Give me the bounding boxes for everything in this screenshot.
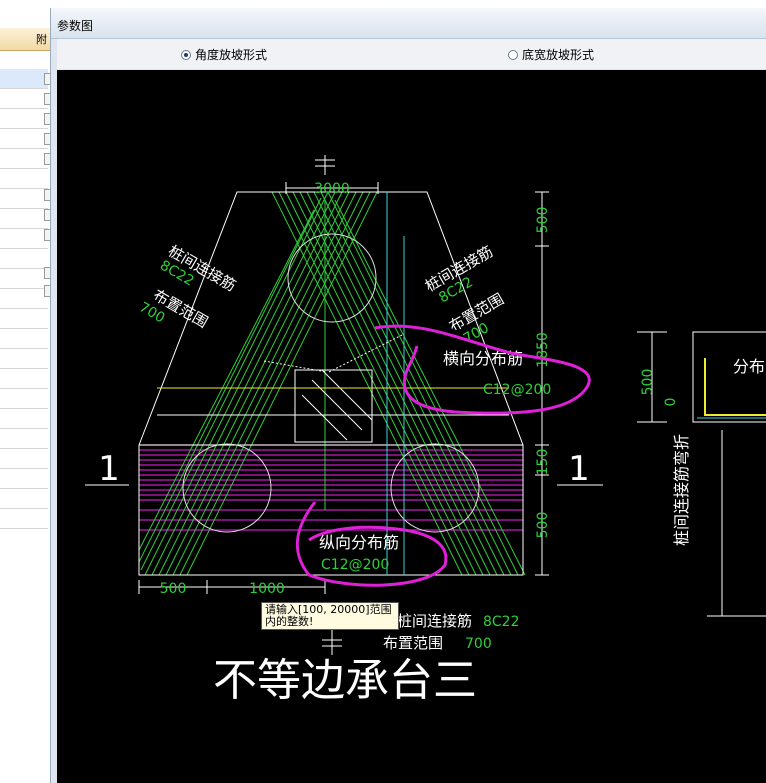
table-row[interactable] — [0, 309, 48, 329]
bottom-width-slope-option[interactable]: 底宽放坡形式 — [508, 46, 594, 63]
pile-cap-outline — [138, 191, 524, 576]
horiz-dist-value: C12@200 — [483, 382, 551, 398]
table-row[interactable] — [0, 89, 48, 109]
section-mark-right: 1 — [568, 449, 590, 489]
bottom-width-slope-label: 底宽放坡形式 — [522, 48, 595, 62]
bottom-layout-value: 700 — [465, 636, 492, 652]
parameter-diagram-dialog: 参数图 角度放坡形式 底宽放坡形式 3000 500 1850 150 500 … — [50, 8, 766, 783]
background-table-panel: 附 — [0, 0, 52, 783]
table-row[interactable] — [0, 449, 48, 469]
dim-right-bottom: 500 — [535, 512, 551, 539]
background-column-header: 附 — [36, 33, 47, 46]
input-range-tooltip: 请输入[100, 20000]范围内的整数! — [261, 602, 399, 630]
drawing-title: 不等边承台三 — [213, 655, 477, 706]
parameter-drawing-canvas: 3000 500 1850 150 500 500 1000 1 1 桩间连接筋… — [57, 70, 766, 783]
table-row[interactable] — [0, 189, 48, 209]
table-row[interactable] — [0, 389, 48, 409]
side-dim-0: 0 — [663, 398, 679, 407]
dim-top-width: 3000 — [314, 181, 350, 197]
table-row[interactable] — [0, 289, 48, 309]
bottom-layout-label: 布置范围 — [383, 634, 443, 652]
radio-selected-icon[interactable] — [181, 49, 191, 60]
dialog-titlebar[interactable]: 参数图 — [51, 8, 766, 39]
table-row[interactable] — [0, 469, 48, 489]
table-row[interactable] — [0, 129, 48, 149]
dim-right-mid: 1850 — [535, 332, 551, 368]
radio-unselected-icon[interactable] — [508, 49, 518, 60]
side-dist-label: 分布 — [733, 357, 765, 376]
dim-bottom-mid: 1000 — [249, 581, 285, 597]
table-row[interactable] — [0, 149, 48, 169]
table-row[interactable] — [0, 169, 48, 189]
table-row[interactable] — [0, 249, 48, 269]
long-dist-label: 纵向分布筋 — [319, 533, 399, 552]
table-row[interactable] — [0, 229, 48, 249]
table-row[interactable] — [0, 429, 48, 449]
angle-slope-label: 角度放坡形式 — [195, 48, 268, 62]
table-row[interactable] — [0, 369, 48, 389]
table-row[interactable] — [0, 69, 48, 89]
table-row[interactable] — [0, 489, 48, 509]
table-row[interactable] — [0, 509, 48, 529]
dialog-title: 参数图 — [57, 19, 94, 33]
side-dim-500: 500 — [640, 369, 656, 396]
dim-right-low: 150 — [535, 449, 551, 476]
table-row[interactable] — [0, 269, 48, 289]
slope-option-bar: 角度放坡形式 底宽放坡形式 — [57, 39, 766, 69]
left-layout-group: 布置范围 700 — [136, 286, 211, 332]
bottom-pile-link-value: 8C22 — [483, 614, 520, 630]
table-row[interactable] — [0, 409, 48, 429]
angle-slope-option[interactable]: 角度放坡形式 — [181, 46, 267, 63]
table-row[interactable] — [0, 329, 48, 349]
background-table-header: 附 — [0, 28, 50, 51]
dim-right-top: 500 — [535, 207, 551, 234]
bottom-pile-link-label: 桩间连接筋 — [397, 612, 472, 630]
section-mark-left: 1 — [98, 449, 120, 489]
pile-cap-drawing: 3000 500 1850 150 500 500 1000 1 1 桩间连接筋… — [85, 155, 766, 706]
long-dist-value: C12@200 — [321, 557, 389, 573]
table-row[interactable] — [0, 109, 48, 129]
table-row[interactable] — [0, 349, 48, 369]
table-row[interactable] — [0, 209, 48, 229]
dim-bottom-left: 500 — [160, 581, 187, 597]
side-vertical-label: 桩间连接筋弯折 — [672, 434, 691, 546]
